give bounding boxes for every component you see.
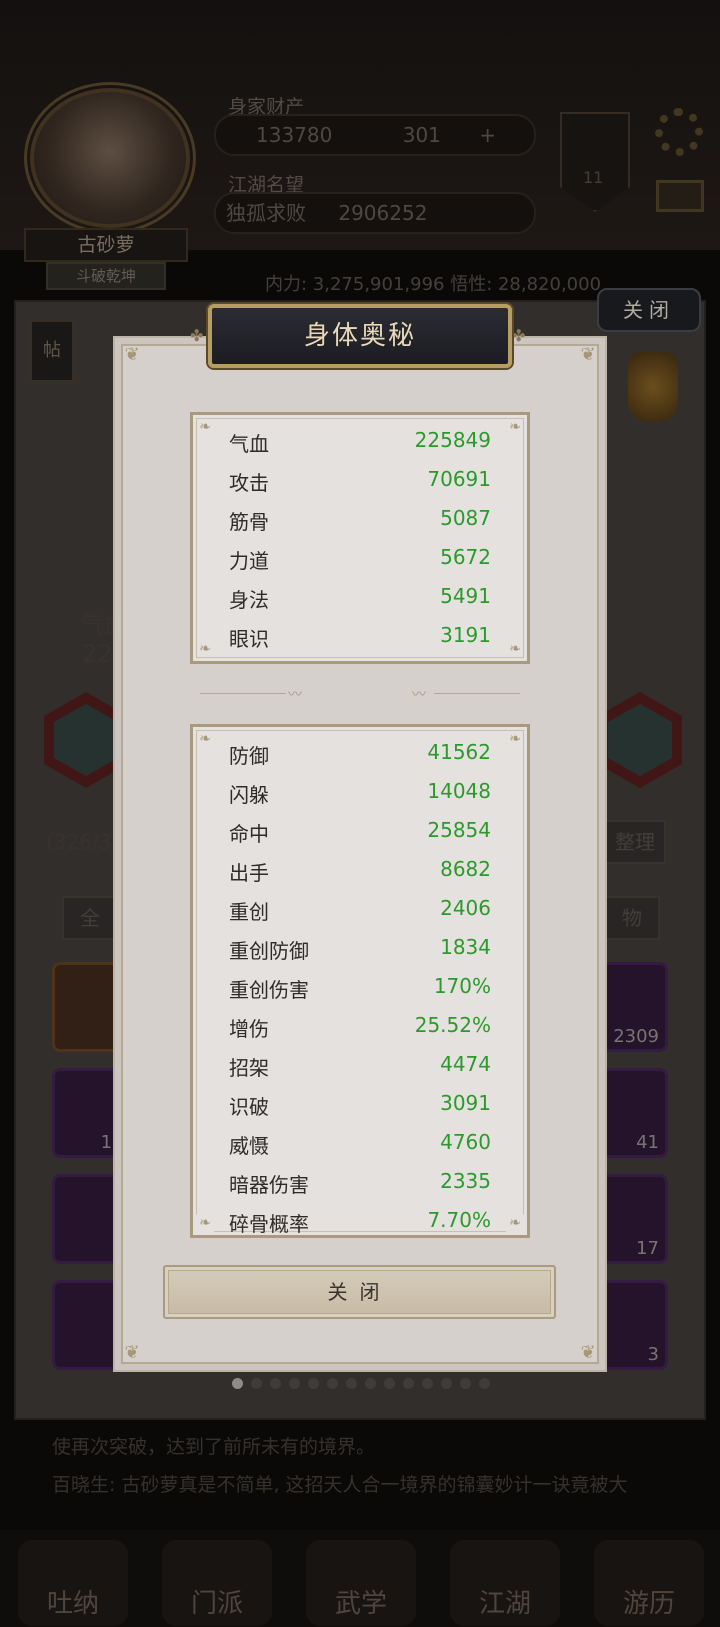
secondary-stats-box[interactable]: ❧ ❧ ❧ ❧ 防御 41562 闪躲 14048 命中 25854 出手 8682 重创 240… xyxy=(190,724,530,1238)
stat-value: 70691 xyxy=(427,467,491,491)
stat-label: 重创防御 xyxy=(229,939,309,963)
close-button[interactable]: 关闭 xyxy=(163,1265,556,1319)
stat-label: 攻击 xyxy=(229,471,269,495)
stat-row: 力道 5672 xyxy=(193,538,527,577)
corner-ornament-icon: ❧ xyxy=(509,731,521,747)
stat-label: 暗器伤害 xyxy=(229,1173,309,1197)
page-dot[interactable] xyxy=(346,1378,357,1389)
primary-stats-box: ❧ ❧ ❧ ❧ 气血 225849 攻击 70691 筋骨 5087 力道 5672 身法 549… xyxy=(190,412,530,664)
stat-label: 眼识 xyxy=(229,627,269,651)
stat-value: 41562 xyxy=(427,740,491,764)
stat-value: 3191 xyxy=(440,623,491,647)
page-dot[interactable] xyxy=(232,1378,243,1389)
page-indicator xyxy=(232,1378,492,1390)
corner-ornament-icon: ❧ xyxy=(196,1214,214,1232)
stat-row: 攻击 70691 xyxy=(193,460,527,499)
page-dot[interactable] xyxy=(460,1378,471,1389)
stat-label: 出手 xyxy=(229,861,269,885)
stat-row: 识破 3091 xyxy=(193,1084,527,1123)
stat-value: 14048 xyxy=(427,779,491,803)
corner-ornament-icon: ❦ xyxy=(124,1342,140,1363)
stat-label: 识破 xyxy=(229,1095,269,1119)
stat-row: 碎骨概率 7.70% xyxy=(193,1201,527,1236)
stat-label: 增伤 xyxy=(229,1017,269,1041)
stat-label: 威慑 xyxy=(229,1134,269,1158)
page-dot[interactable] xyxy=(289,1378,300,1389)
dialog-title: 身体奥秘 xyxy=(303,321,416,351)
page-dot[interactable] xyxy=(441,1378,452,1389)
page-dot[interactable] xyxy=(270,1378,281,1389)
stat-row: 身法 5491 xyxy=(193,577,527,616)
stat-label: 力道 xyxy=(229,549,269,573)
stat-row: 防御 41562 xyxy=(193,733,527,772)
stat-label: 重创 xyxy=(229,900,269,924)
stat-value: 2335 xyxy=(440,1169,491,1193)
stat-label: 防御 xyxy=(229,744,269,768)
page-dot[interactable] xyxy=(384,1378,395,1389)
page-dot[interactable] xyxy=(403,1378,414,1389)
page-dot[interactable] xyxy=(479,1378,490,1389)
stat-row: 命中 25854 xyxy=(193,811,527,850)
stat-value: 5672 xyxy=(440,545,491,569)
stat-label: 气血 xyxy=(229,432,269,456)
stat-row: 重创 2406 xyxy=(193,889,527,928)
stat-label: 筋骨 xyxy=(229,510,269,534)
corner-ornament-icon: ❧ xyxy=(199,731,211,747)
stat-label: 招架 xyxy=(229,1056,269,1080)
stat-row: 威慑 4760 xyxy=(193,1123,527,1162)
stat-row: 眼识 3191 xyxy=(193,616,527,655)
dialog-title-plate: 身体奥秘 xyxy=(208,304,512,368)
divider-ornament-icon: 〰 xyxy=(412,687,426,703)
stat-row: 增伤 25.52% xyxy=(193,1006,527,1045)
stat-label: 重创伤害 xyxy=(229,978,309,1002)
stat-row: 出手 8682 xyxy=(193,850,527,889)
section-divider: 〰 〰 xyxy=(200,687,520,703)
stat-value: 7.70% xyxy=(427,1208,491,1232)
stat-value: 4760 xyxy=(440,1130,491,1154)
stat-value: 225849 xyxy=(414,428,491,452)
page-dot[interactable] xyxy=(365,1378,376,1389)
stat-value: 8682 xyxy=(440,857,491,881)
stat-label: 命中 xyxy=(229,822,269,846)
stat-value: 170% xyxy=(433,974,491,998)
corner-ornament-icon: ❧ xyxy=(506,1214,524,1232)
page-dot[interactable] xyxy=(251,1378,262,1389)
stat-row: 闪躲 14048 xyxy=(193,772,527,811)
title-wing-right-icon: ✤ xyxy=(512,326,526,345)
stat-value: 1834 xyxy=(440,935,491,959)
stat-row: 气血 225849 xyxy=(193,421,527,460)
stat-value: 25.52% xyxy=(414,1013,491,1037)
corner-ornament-icon: ❦ xyxy=(124,344,140,365)
corner-ornament-icon: ❦ xyxy=(580,1342,596,1363)
stat-label: 碎骨概率 xyxy=(229,1212,309,1236)
divider-ornament-icon: 〰 xyxy=(288,687,302,703)
stat-row: 暗器伤害 2335 xyxy=(193,1162,527,1201)
page-dot[interactable] xyxy=(308,1378,319,1389)
page-dot[interactable] xyxy=(327,1378,338,1389)
stat-row: 筋骨 5087 xyxy=(193,499,527,538)
corner-ornament-icon: ❦ xyxy=(580,344,596,365)
stat-row: 招架 4474 xyxy=(193,1045,527,1084)
stat-value: 5087 xyxy=(440,506,491,530)
stat-label: 闪躲 xyxy=(229,783,269,807)
stat-value: 25854 xyxy=(427,818,491,842)
stat-value: 2406 xyxy=(440,896,491,920)
stat-value: 4474 xyxy=(440,1052,491,1076)
stat-row: 重创伤害 170% xyxy=(193,967,527,1006)
page-dot[interactable] xyxy=(422,1378,433,1389)
stat-value: 5491 xyxy=(440,584,491,608)
stat-value: 3091 xyxy=(440,1091,491,1115)
stat-row: 重创防御 1834 xyxy=(193,928,527,967)
stat-label: 身法 xyxy=(229,588,269,612)
